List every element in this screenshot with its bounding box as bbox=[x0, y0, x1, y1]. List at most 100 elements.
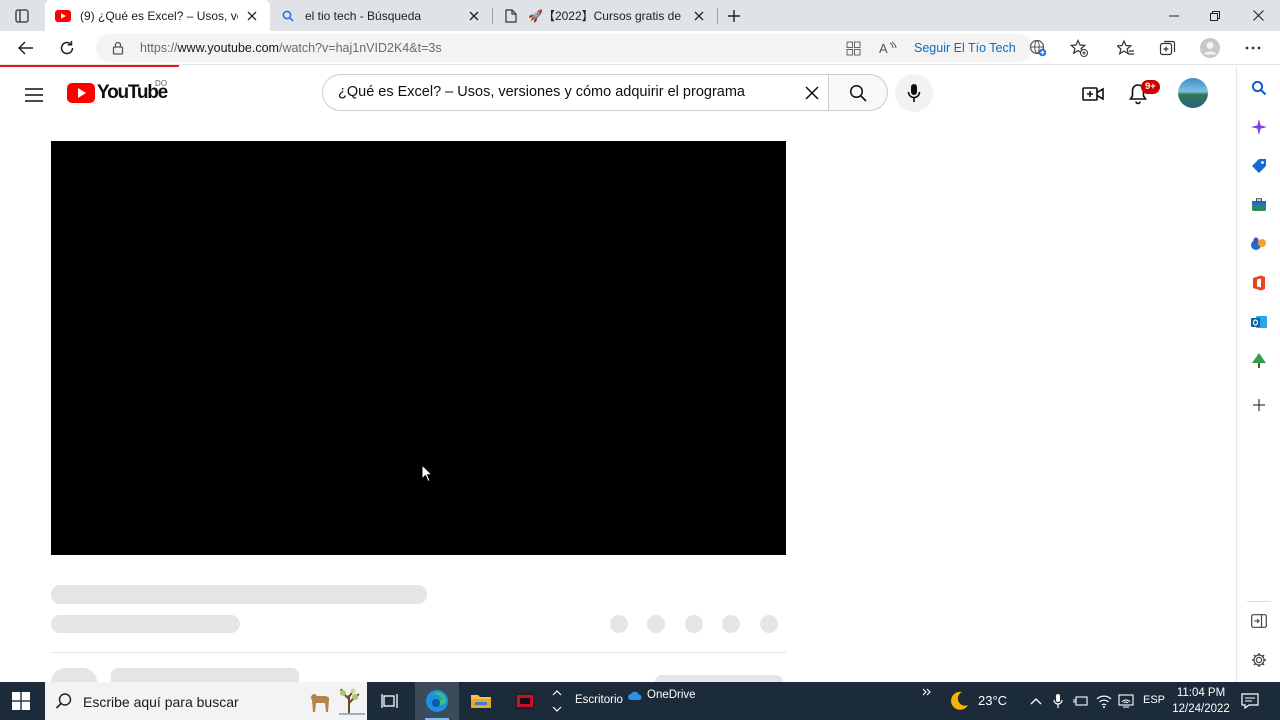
taskbar-search-placeholder: Escribe aquí para buscar bbox=[83, 694, 239, 710]
read-aloud-icon[interactable]: A bbox=[879, 39, 897, 57]
content-divider bbox=[51, 652, 786, 653]
input-language[interactable]: ESP bbox=[1143, 694, 1165, 706]
tab-title: 🚀【2022】Cursos gratis de Excel bbox=[528, 9, 685, 23]
tools-briefcase-icon[interactable] bbox=[1249, 195, 1269, 215]
avatar-skeleton bbox=[51, 668, 97, 682]
close-window-button[interactable] bbox=[1236, 0, 1280, 31]
search-input[interactable]: ¿Qué es Excel? – Usos, versiones y cómo … bbox=[322, 74, 829, 111]
file-explorer-icon[interactable] bbox=[459, 682, 503, 720]
video-player[interactable] bbox=[51, 141, 786, 555]
back-button[interactable] bbox=[14, 36, 38, 60]
action-skeleton bbox=[610, 615, 628, 633]
games-icon[interactable] bbox=[1249, 234, 1269, 254]
close-tab-icon[interactable] bbox=[466, 8, 482, 24]
tab-strip: (9) ¿Qué es Excel? – Usos, versiones y c… bbox=[0, 0, 1280, 31]
profile-icon[interactable] bbox=[1198, 36, 1222, 60]
notification-badge: 9+ bbox=[1141, 80, 1160, 94]
action-skeleton bbox=[685, 615, 703, 633]
youtube-logo[interactable]: YouTube DO bbox=[67, 79, 168, 105]
edge-taskbar-icon[interactable] bbox=[415, 682, 459, 720]
app-available-icon[interactable] bbox=[844, 39, 862, 57]
outlook-icon[interactable] bbox=[1249, 312, 1269, 332]
clock-date: 12/24/2022 bbox=[1172, 703, 1230, 715]
follow-creator-link[interactable]: Seguir El Tío Tech bbox=[914, 41, 1016, 55]
new-tab-button[interactable] bbox=[724, 6, 744, 26]
sidebar-settings-gear-icon[interactable] bbox=[1249, 650, 1269, 670]
voice-search-button[interactable] bbox=[895, 74, 933, 112]
search-query: ¿Qué es Excel? – Usos, versiones y cómo … bbox=[338, 84, 745, 100]
battery-icon[interactable] bbox=[1073, 693, 1089, 709]
tab-title: el tio tech - Búsqueda bbox=[305, 8, 422, 23]
clear-search-icon[interactable] bbox=[801, 82, 823, 104]
onedrive-cloud-icon[interactable] bbox=[627, 688, 643, 704]
action-center-icon[interactable] bbox=[1241, 692, 1259, 710]
action-skeleton bbox=[647, 615, 665, 633]
page-icon bbox=[503, 8, 519, 24]
search-icon bbox=[280, 8, 296, 24]
restore-button[interactable] bbox=[1193, 0, 1237, 31]
tab-title: (9) ¿Qué es Excel? – Usos, versiones y c… bbox=[80, 8, 238, 23]
lock-icon[interactable] bbox=[110, 40, 126, 56]
taskbar-clock[interactable]: 11:04 PM 12/24/2022 bbox=[1166, 685, 1236, 717]
add-sidebar-app-icon[interactable] bbox=[1249, 395, 1269, 415]
subscribe-skeleton bbox=[655, 675, 783, 682]
add-favorite-icon[interactable] bbox=[1067, 36, 1091, 60]
favorites-icon[interactable] bbox=[1114, 36, 1138, 60]
url-text[interactable]: https://www.youtube.com/watch?v=haj1nVID… bbox=[140, 41, 442, 55]
tab-bing-search[interactable]: el tio tech - Búsqueda bbox=[270, 0, 492, 31]
action-skeleton bbox=[760, 615, 778, 633]
hide-sidebar-icon[interactable] bbox=[1249, 611, 1269, 631]
create-video-icon[interactable] bbox=[1080, 81, 1106, 107]
windows-start-icon[interactable] bbox=[12, 692, 32, 712]
browser-toolbar: https://www.youtube.com/watch?v=haj1nVID… bbox=[0, 31, 1280, 65]
tab-excel-courses[interactable]: 🚀【2022】Cursos gratis de Excel bbox=[493, 0, 717, 31]
description-skeleton bbox=[111, 668, 299, 682]
discover-sparkle-icon[interactable] bbox=[1249, 117, 1269, 137]
task-view-icon[interactable] bbox=[368, 682, 412, 720]
mouse-cursor-icon bbox=[421, 463, 434, 486]
search-icon bbox=[55, 692, 73, 710]
search-highlight-deer-icon bbox=[303, 685, 369, 720]
edge-sidebar bbox=[1236, 67, 1280, 682]
weather-moon-icon[interactable] bbox=[948, 690, 970, 712]
avatar[interactable] bbox=[1178, 78, 1208, 108]
windows-taskbar: Escribe aquí para buscar Escritorio OneD… bbox=[0, 682, 1280, 720]
shopping-tag-icon[interactable] bbox=[1249, 156, 1269, 176]
network-icon[interactable] bbox=[1118, 693, 1134, 709]
search-icon[interactable] bbox=[1249, 78, 1269, 98]
address-bar[interactable]: https://www.youtube.com/watch?v=haj1nVID… bbox=[96, 34, 1047, 62]
refresh-button[interactable] bbox=[55, 36, 79, 60]
channel-skeleton bbox=[51, 615, 240, 633]
show-hidden-icons-icon[interactable] bbox=[1028, 693, 1044, 709]
tracking-prevention-icon[interactable] bbox=[1029, 39, 1047, 57]
search-icon bbox=[849, 84, 867, 102]
youtube-play-icon bbox=[67, 83, 95, 103]
onedrive-label[interactable]: OneDrive bbox=[647, 689, 696, 701]
taskbar-search-box[interactable]: Escribe aquí para buscar bbox=[45, 682, 367, 720]
wifi-icon[interactable] bbox=[1096, 693, 1112, 709]
minimize-button[interactable] bbox=[1152, 0, 1196, 31]
media-app-icon[interactable] bbox=[503, 682, 547, 720]
tab-actions-icon[interactable] bbox=[12, 6, 32, 26]
close-tab-icon[interactable] bbox=[244, 8, 260, 24]
drop-tree-icon[interactable] bbox=[1249, 351, 1269, 371]
tab-youtube[interactable]: (9) ¿Qué es Excel? – Usos, versiones y c… bbox=[45, 0, 270, 31]
close-tab-icon[interactable] bbox=[691, 8, 707, 24]
microphone-icon[interactable] bbox=[1050, 693, 1066, 709]
youtube-icon bbox=[55, 8, 71, 24]
settings-more-icon[interactable] bbox=[1241, 36, 1265, 60]
title-skeleton bbox=[51, 585, 427, 604]
weather-temperature[interactable]: 23°C bbox=[978, 693, 1007, 708]
office-icon[interactable] bbox=[1249, 273, 1269, 293]
more-toolbars-chevron-icon[interactable] bbox=[919, 684, 935, 700]
microphone-icon bbox=[907, 84, 921, 102]
collections-icon[interactable] bbox=[1156, 36, 1180, 60]
menu-icon[interactable] bbox=[22, 83, 46, 107]
toolbar-collapse-icon[interactable] bbox=[548, 682, 566, 720]
country-code: DO bbox=[155, 79, 167, 88]
desktop-toolbar-label[interactable]: Escritorio bbox=[575, 694, 623, 706]
search-button[interactable] bbox=[828, 74, 888, 111]
sidebar-separator bbox=[1247, 601, 1271, 602]
clock-time: 11:04 PM bbox=[1176, 687, 1226, 699]
action-skeleton bbox=[722, 615, 740, 633]
